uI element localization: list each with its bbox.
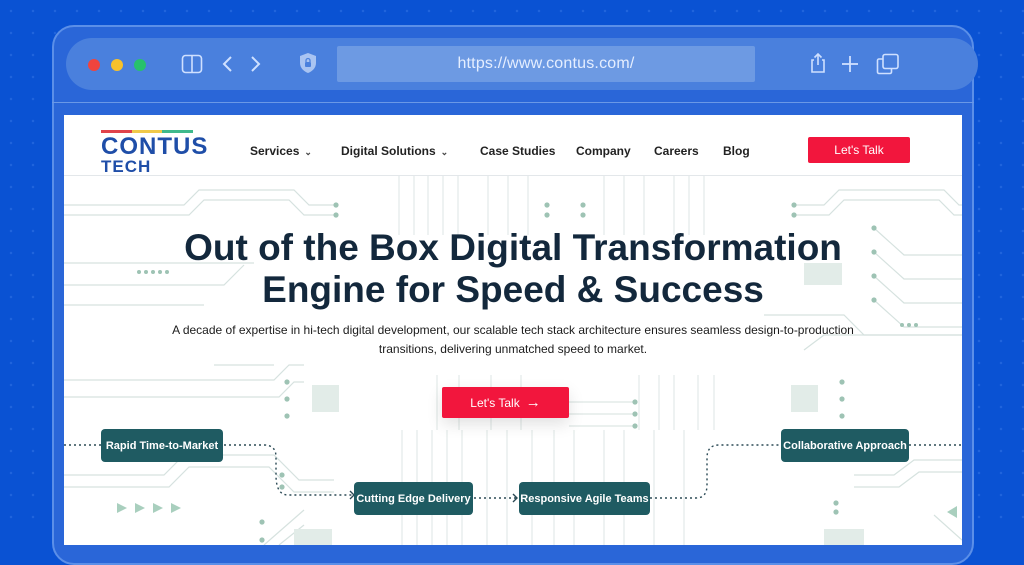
nav-services-label: Services: [250, 144, 300, 158]
shield-lock-icon[interactable]: [298, 52, 318, 79]
toolbar-divider: [52, 102, 974, 103]
chevron-down-icon: ⌄: [304, 147, 312, 157]
tabs-icon[interactable]: [876, 53, 900, 80]
chevron-down-icon: ⌄: [440, 147, 449, 157]
lets-talk-header-button[interactable]: Let's Talk: [808, 137, 910, 163]
minimize-window-button[interactable]: [111, 59, 123, 71]
lets-talk-hero-button[interactable]: Let's Talk →: [442, 387, 569, 418]
new-tab-icon[interactable]: [841, 55, 859, 78]
close-window-button[interactable]: [88, 59, 100, 71]
nav-careers[interactable]: Careers: [654, 144, 699, 158]
hero-subtitle: A decade of expertise in hi-tech digital…: [64, 321, 962, 359]
nav-digital-solutions-label: Digital Solutions: [341, 144, 436, 158]
lets-talk-hero-label: Let's Talk: [470, 395, 520, 410]
nav-digital-solutions[interactable]: Digital Solutions ⌄: [341, 144, 448, 158]
hero-title: Out of the Box Digital Transformation En…: [64, 227, 962, 311]
nav-services[interactable]: Services ⌄: [250, 144, 312, 158]
arrow-right-icon: →: [525, 394, 541, 411]
hero-title-line-1: Out of the Box Digital Transformation: [184, 227, 842, 268]
nav-company[interactable]: Company: [576, 144, 631, 158]
hero-title-line-2: Engine for Speed & Success: [262, 269, 764, 310]
logo-text-tech: TECH: [101, 157, 152, 176]
maximize-window-button[interactable]: [134, 59, 146, 71]
feature-rapid-time-to-market: Rapid Time-to-Market: [101, 429, 223, 462]
address-bar[interactable]: https://www.contus.com/: [337, 46, 755, 82]
contus-tech-logo[interactable]: CONTUS TECH: [101, 130, 208, 175]
feature-collaborative-approach: Collaborative Approach: [781, 429, 909, 462]
feature-responsive-agile-teams: Responsive Agile Teams: [519, 482, 650, 515]
site-header: CONTUS TECH Services ⌄ Digital Solutions ⌄…: [64, 115, 962, 176]
forward-icon[interactable]: [250, 55, 262, 78]
logo-text-contus: CONTUS: [101, 133, 209, 160]
back-icon[interactable]: [221, 55, 233, 78]
web-page: CONTUS TECH Services ⌄ Digital Solutions ⌄…: [64, 115, 962, 545]
nav-case-studies[interactable]: Case Studies: [480, 144, 555, 158]
feature-cutting-edge-delivery: Cutting Edge Delivery: [354, 482, 473, 515]
hero-subtitle-line-1: A decade of expertise in hi-tech digital…: [172, 323, 854, 337]
hero-subtitle-line-2: transitions, delivering unmatched speed …: [378, 342, 648, 356]
share-icon[interactable]: [809, 52, 827, 79]
sidebar-icon[interactable]: [181, 54, 203, 79]
nav-blog[interactable]: Blog: [723, 144, 750, 158]
